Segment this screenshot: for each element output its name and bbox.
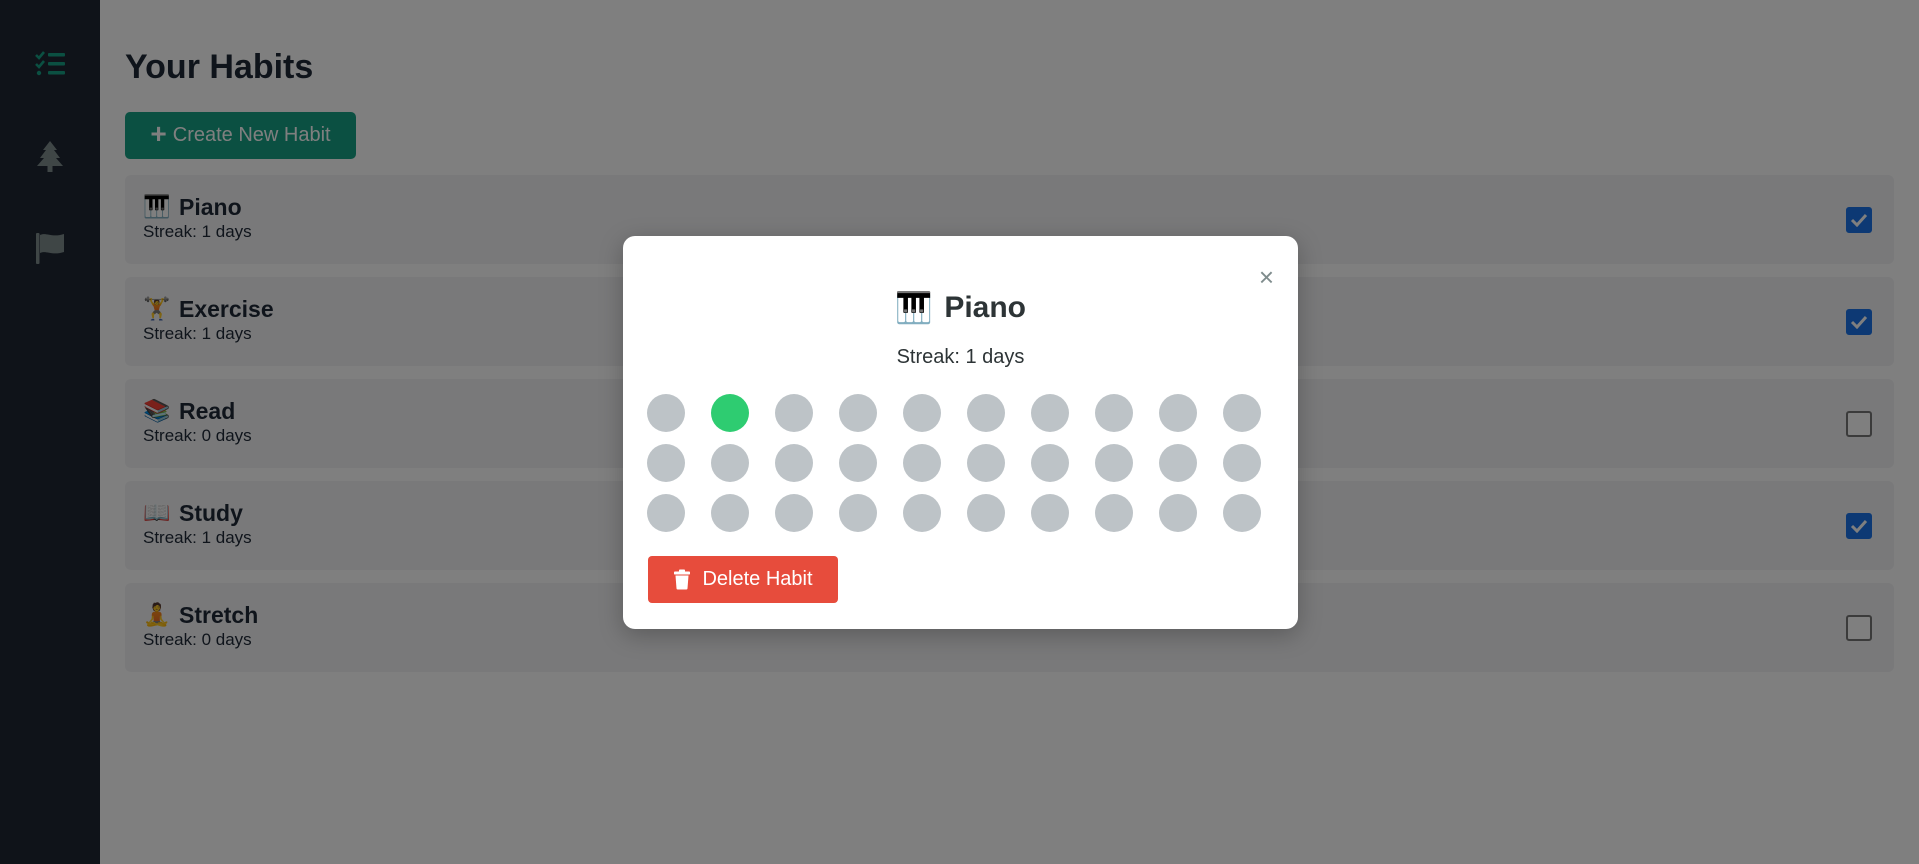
- delete-habit-label: Delete Habit: [702, 568, 813, 590]
- streak-day-dot[interactable]: [839, 394, 877, 432]
- streak-day-dot[interactable]: [1031, 494, 1069, 532]
- delete-habit-button[interactable]: Delete Habit: [648, 556, 838, 603]
- piano-emoji-icon: 🎹: [894, 291, 933, 325]
- streak-day-dot[interactable]: [967, 494, 1005, 532]
- modal-title: Piano: [944, 291, 1027, 324]
- streak-day-dot[interactable]: [1095, 394, 1133, 432]
- trash-icon: [674, 569, 691, 590]
- streak-day-dot[interactable]: [647, 394, 685, 432]
- streak-day-dot[interactable]: [711, 444, 749, 482]
- close-icon[interactable]: ×: [1259, 264, 1274, 290]
- streak-day-dot[interactable]: [1095, 494, 1133, 532]
- streak-day-dot[interactable]: [775, 394, 813, 432]
- streak-day-dot[interactable]: [967, 444, 1005, 482]
- streak-day-dot[interactable]: [1031, 444, 1069, 482]
- streak-day-dot[interactable]: [1223, 494, 1261, 532]
- modal-streak: Streak: 1 days: [896, 346, 1025, 368]
- streak-day-dot[interactable]: [903, 494, 941, 532]
- streak-day-dot[interactable]: [967, 394, 1005, 432]
- streak-day-dot[interactable]: [647, 444, 685, 482]
- streak-day-dot[interactable]: [711, 394, 749, 432]
- streak-day-dot[interactable]: [903, 444, 941, 482]
- streak-day-dot[interactable]: [775, 494, 813, 532]
- streak-day-dot[interactable]: [711, 494, 749, 532]
- streak-day-dot[interactable]: [647, 494, 685, 532]
- streak-day-dot[interactable]: [1095, 444, 1133, 482]
- streak-day-dot[interactable]: [903, 394, 941, 432]
- streak-day-dot[interactable]: [1159, 394, 1197, 432]
- streak-day-dot[interactable]: [775, 444, 813, 482]
- streak-day-dot[interactable]: [1031, 394, 1069, 432]
- streak-day-dot[interactable]: [1159, 494, 1197, 532]
- streak-day-dot[interactable]: [1223, 394, 1261, 432]
- streak-day-dot[interactable]: [1223, 444, 1261, 482]
- streak-day-dot[interactable]: [839, 444, 877, 482]
- habit-detail-modal: × 🎹 Piano Streak: 1 days Delete Habit: [623, 236, 1298, 629]
- streak-day-dot[interactable]: [1159, 444, 1197, 482]
- streak-day-dot[interactable]: [839, 494, 877, 532]
- streak-grid: [647, 394, 1261, 532]
